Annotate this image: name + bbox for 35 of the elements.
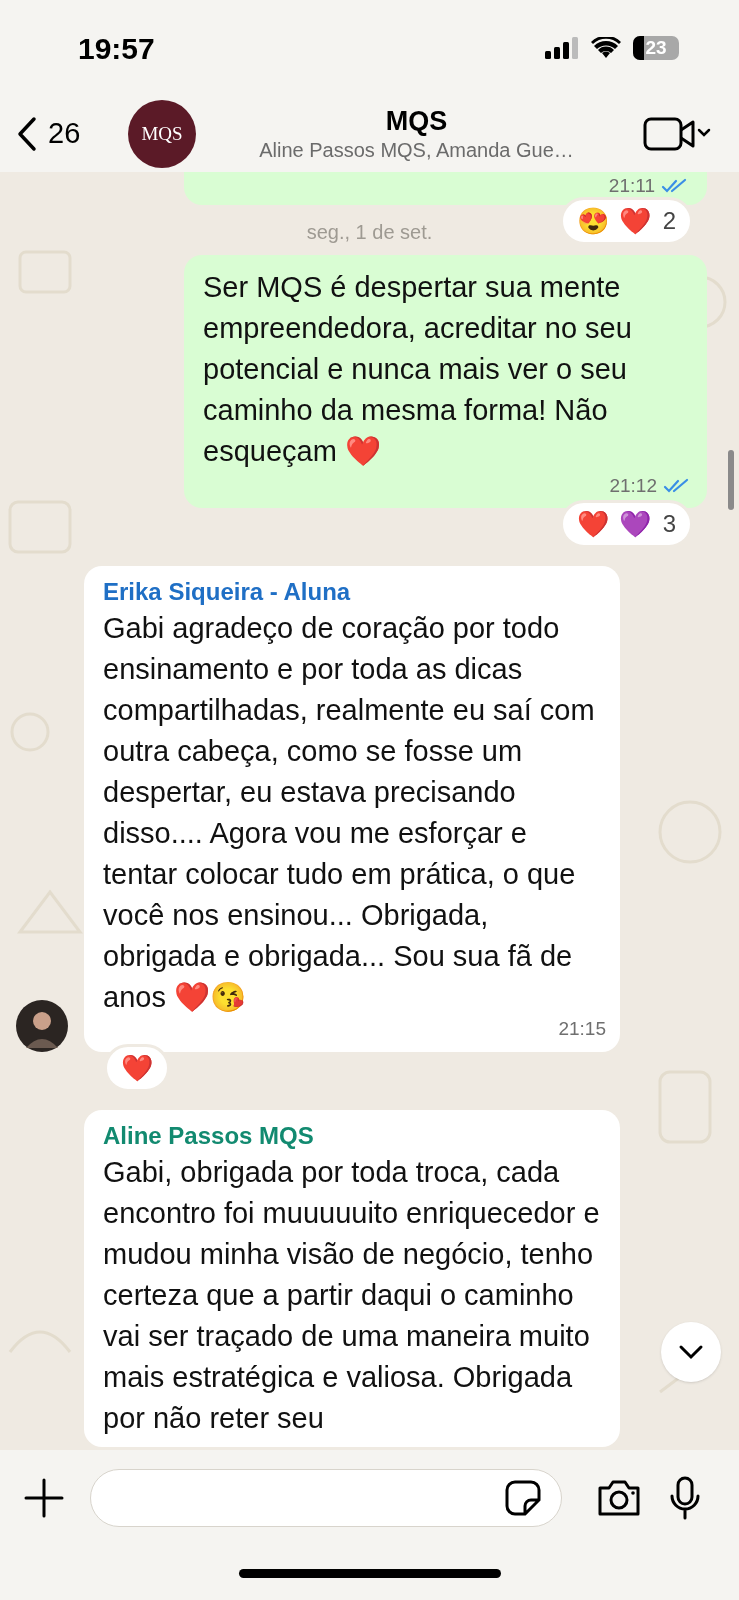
reaction-emoji: ❤ [618,207,651,234]
reaction-emoji: ❤ [121,1055,153,1081]
sender-name: Aline Passos MQS [103,1121,315,1151]
battery-icon: 23 [633,36,679,60]
microphone-icon[interactable] [668,1476,702,1520]
chat-title[interactable]: MQS [385,105,448,137]
video-call-button[interactable] [643,116,713,152]
message-time: 21:11 [608,174,655,198]
back-button[interactable]: 26 [16,112,126,156]
sticker-icon[interactable] [505,1480,541,1516]
reaction-emoji: 😍 [576,207,609,234]
message-text: Gabi agradeço de coração por todo ensinamento e por toda as dicas compartilhadas, realmente eu saí com outra cabeça, como se fosse um despertar, eu estava precisando disso.... Agora vou me esforçar e tentar colocar tudo em prática, o que você nos ensinou... Obrigada, obrigada e obrigada... Sou sua fã de anos ❤😘 [103,611,596,1015]
avatar-icon [16,1000,68,1052]
chat-members[interactable]: Aline Passos MQS, Amanda Gue… [259,137,574,163]
date-label: seg., 1 de set. [306,219,433,245]
clock-time: 19:57 [78,30,155,67]
video-camera-icon [643,116,713,152]
message-time: 21:15 [558,1017,606,1041]
camera-icon[interactable] [596,1478,642,1518]
reaction-count: 2 [662,205,676,236]
reaction-emoji: ❤ [576,511,609,537]
chevron-down-icon [678,1344,704,1360]
reaction-count: 3 [662,509,676,539]
add-icon[interactable] [22,1476,66,1520]
sender-name: Erika Siqueira - Aluna [103,577,352,607]
wifi-icon [591,37,621,59]
reaction-emoji: 💜 [618,511,651,537]
message-text: Gabi, obrigada por toda troca, cada encontro foi muuuuuito enriquecedor e mudou minha visão de negócio, tenho certeza que a partir daqui o caminho vai ser traçado de uma maneira muito mais estratégica e valiosa. Obrigada por não reter seu [103,1155,601,1436]
scroll-bar [728,450,734,510]
message-text: Ser MQS é despertar sua mente empreendedora, acreditar no seu potencial e nunca mais ver o seu caminho da mesma forma! Não esqueçam ❤ [203,269,633,469]
scroll-down-button[interactable] [661,1322,721,1382]
chevron-left-icon [16,116,38,152]
group-avatar[interactable]: MQS [128,100,196,168]
message-time: 21:12 [609,473,657,498]
signal-icon [545,37,579,59]
